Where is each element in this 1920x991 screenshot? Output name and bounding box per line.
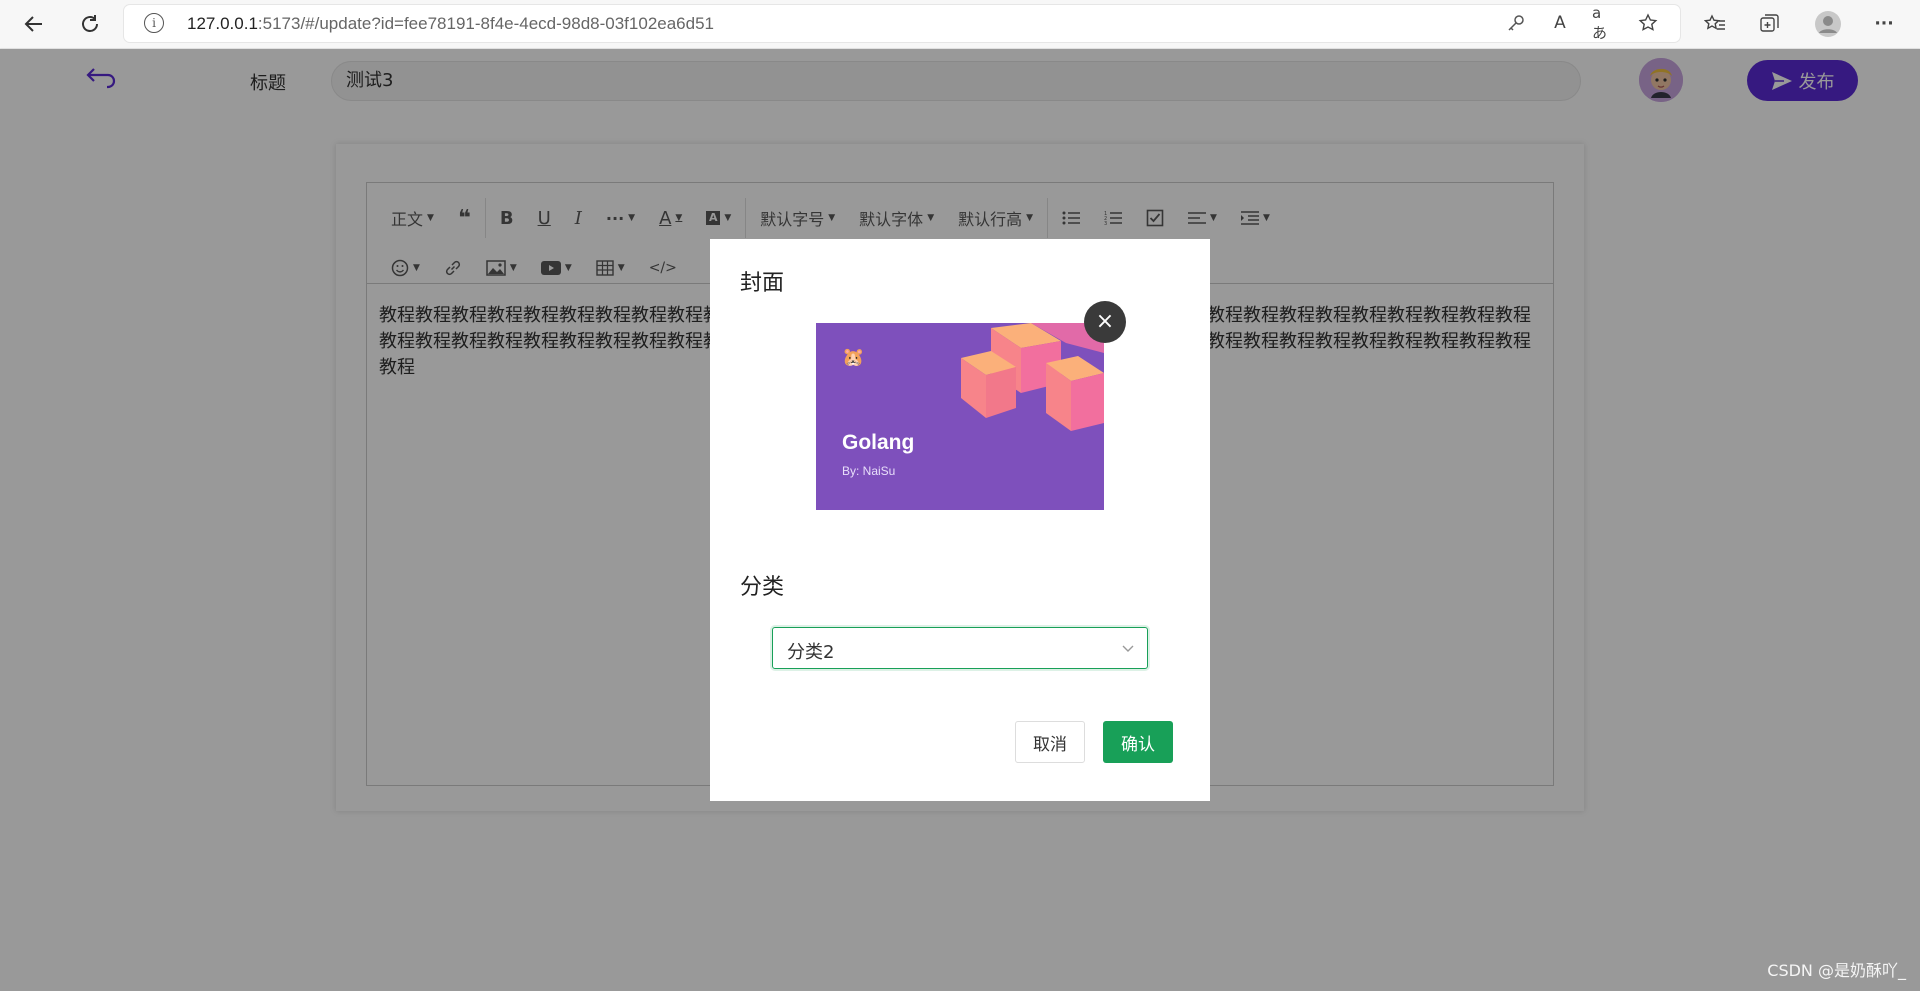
cover-upload[interactable]: 🐹 Golang By: NaiSu: [816, 323, 1104, 510]
category-select-value: 分类2: [787, 642, 835, 663]
category-select[interactable]: 分类2: [772, 627, 1148, 669]
confirm-button[interactable]: 确认: [1103, 721, 1173, 763]
chevron-down-icon: [1121, 640, 1135, 659]
publish-dialog: 封面 🐹 Golang By: NaiSu × 分类 分类2 取消 确认: [710, 239, 1210, 801]
profile-icon[interactable]: [1814, 10, 1842, 38]
cover-image: 🐹 Golang By: NaiSu: [816, 323, 1104, 510]
address-bar[interactable]: i 127.0.0.1:5173/#/update?id=fee78191-8f…: [124, 4, 1680, 42]
hamster-icon: 🐹: [842, 347, 865, 368]
add-favorite-icon[interactable]: [1636, 11, 1660, 35]
more-menu-icon[interactable]: ···: [1872, 12, 1896, 36]
browser-toolbar: i 127.0.0.1:5173/#/update?id=fee78191-8f…: [0, 0, 1920, 49]
refresh-icon[interactable]: [74, 8, 106, 40]
back-icon[interactable]: [18, 8, 50, 40]
favorites-icon[interactable]: [1703, 12, 1727, 36]
cover-image-title: Golang: [842, 431, 915, 454]
read-aloud-icon[interactable]: A: [1548, 11, 1572, 35]
password-key-icon[interactable]: [1504, 11, 1528, 35]
category-title: 分类: [740, 575, 785, 600]
info-icon[interactable]: i: [144, 13, 164, 33]
cover-title: 封面: [740, 271, 785, 296]
cancel-button[interactable]: 取消: [1015, 721, 1085, 763]
url-text: 127.0.0.1:5173/#/update?id=fee78191-8f4e…: [187, 14, 715, 33]
watermark: CSDN @是奶酥吖_: [1767, 961, 1906, 980]
translate-icon[interactable]: aあ: [1592, 4, 1616, 42]
collections-icon[interactable]: [1757, 12, 1781, 36]
cover-image-subtitle: By: NaiSu: [842, 464, 896, 478]
remove-cover-button[interactable]: ×: [1084, 301, 1126, 343]
